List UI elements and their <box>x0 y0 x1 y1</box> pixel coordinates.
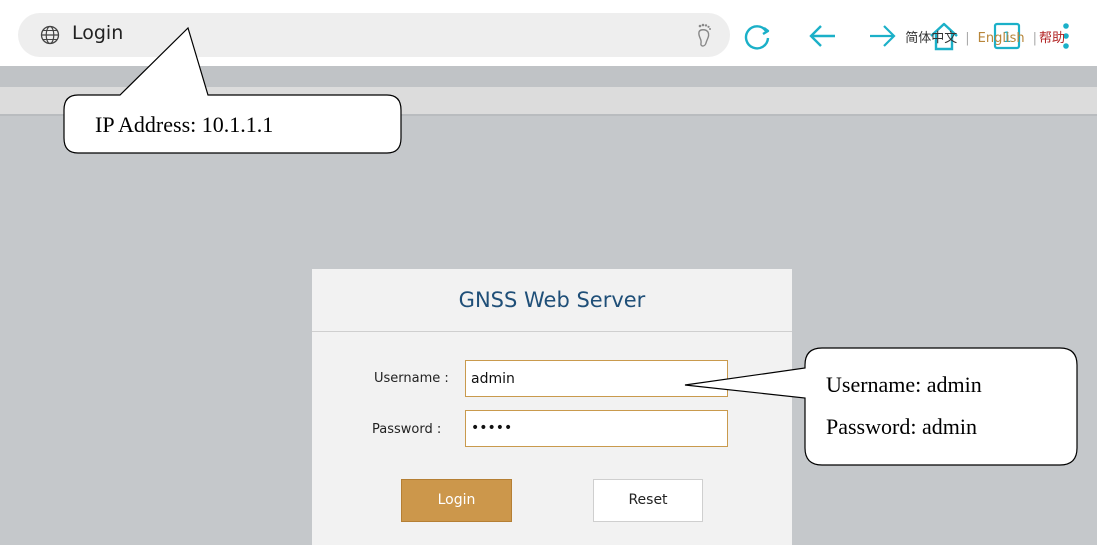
footprint-icon[interactable] <box>692 22 718 48</box>
back-arrow-icon[interactable] <box>807 20 839 52</box>
page-title-in-address: Login <box>72 22 124 44</box>
language-links: 简体中文 | English | 帮助 <box>905 27 1065 46</box>
lang-separator: | <box>1032 31 1037 46</box>
password-input[interactable]: ••••• <box>465 410 728 447</box>
ip-address-note: IP Address: 10.1.1.1 <box>95 112 274 137</box>
page-top-strip <box>0 66 1097 87</box>
refresh-icon[interactable] <box>742 20 774 52</box>
password-label: Password : <box>372 422 442 437</box>
username-note: Username: admin <box>826 372 982 397</box>
lang-separator: | <box>965 31 970 46</box>
forward-arrow-icon[interactable] <box>866 20 898 52</box>
login-panel: GNSS Web Server Username : Password : ••… <box>312 269 792 545</box>
login-title: GNSS Web Server <box>312 269 792 332</box>
address-bar[interactable] <box>18 13 730 57</box>
username-input[interactable] <box>465 360 728 397</box>
password-note: Password: admin <box>826 414 977 439</box>
globe-icon <box>40 25 60 45</box>
lang-english-link[interactable]: English <box>978 31 1025 46</box>
help-link[interactable]: 帮助 <box>1039 27 1065 46</box>
login-button[interactable]: Login <box>401 479 512 522</box>
reset-button[interactable]: Reset <box>593 479 703 522</box>
username-label: Username : <box>374 371 449 386</box>
lang-chinese-link[interactable]: 简体中文 <box>905 27 957 46</box>
